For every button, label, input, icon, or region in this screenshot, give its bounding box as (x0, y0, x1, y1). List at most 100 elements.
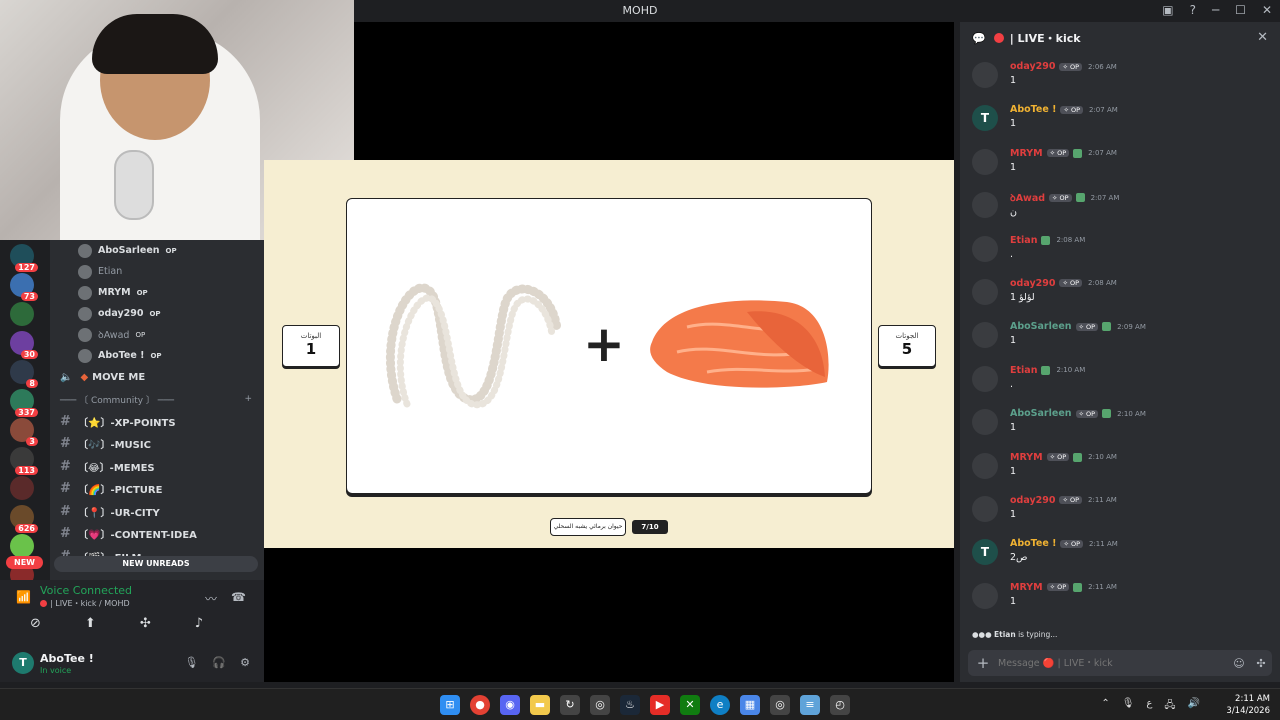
avatar[interactable] (972, 322, 998, 349)
youtube-icon[interactable]: ▶ (650, 695, 670, 715)
voice-user[interactable]: AboSarleen OP (50, 240, 264, 261)
message-author[interactable]: ꝺAwad (1010, 191, 1045, 204)
message-author[interactable]: MRYM (1010, 148, 1043, 159)
voice-user[interactable]: MRYM OP (50, 282, 264, 303)
message-author[interactable]: AboSarleen (1010, 408, 1072, 419)
volume-icon[interactable]: 🔊 (1188, 698, 1200, 715)
avatar[interactable]: T (972, 539, 998, 566)
message-author[interactable]: oday290 (1010, 278, 1055, 289)
op-badge: ✧ OP (1046, 453, 1070, 462)
network-icon[interactable]: 🖧 (1164, 698, 1175, 715)
obs-studio-icon[interactable]: ◎ (770, 695, 790, 715)
clock[interactable]: 2:11 AM 3/14/2026 (1226, 693, 1270, 717)
message-author[interactable]: oday290 (1010, 61, 1055, 72)
microphone-image (114, 150, 154, 220)
add-attachment-icon[interactable]: + (968, 654, 998, 672)
server-icon[interactable]: 127 (10, 244, 38, 272)
avatar[interactable] (972, 148, 998, 175)
chrome-icon[interactable]: ● (470, 695, 490, 715)
language-indicator[interactable]: ع (1146, 698, 1152, 715)
voice-status[interactable]: Voice Connected (40, 584, 132, 597)
message-input[interactable] (998, 657, 1228, 669)
text-channel[interactable]: # 〔🌈〕-PICTURE (50, 478, 264, 501)
new-servers-pill[interactable]: NEW (6, 556, 43, 569)
avatar[interactable] (972, 495, 998, 522)
server-icon[interactable]: 626 (10, 505, 38, 533)
activities-icon[interactable]: ✣ (140, 616, 151, 631)
message-author[interactable]: Etian (1010, 235, 1037, 246)
message-author[interactable]: oday290 (1010, 495, 1055, 506)
message-author[interactable]: AboSarleen (1010, 321, 1072, 332)
soundboard-icon[interactable]: ♪ (195, 616, 203, 631)
disconnect-icon[interactable]: ☎ (231, 590, 246, 607)
message-list: oday290 ✧ OP 2:06 AM 1 T AboTee ! ✧ OP 2:07 AM 1… (960, 56, 1280, 620)
microphone-icon[interactable]: 🎙 (184, 656, 198, 669)
headphones-icon[interactable]: 🎧 (212, 656, 226, 669)
voice-user[interactable]: AboTee ! OP (50, 345, 264, 366)
new-unreads-banner[interactable]: NEW UNREADS (54, 556, 258, 572)
avatar[interactable] (972, 192, 998, 219)
camera-off-icon[interactable]: ⊘ (30, 616, 41, 631)
chevron-up-icon[interactable]: ⌃ (1101, 698, 1109, 715)
voice-user[interactable]: ꝺAwad OP (50, 324, 264, 345)
text-channel[interactable]: # 〔💗〕-CONTENT-IDEA (50, 523, 264, 546)
message-author[interactable]: AboTee ! (1010, 104, 1056, 115)
avatar[interactable] (972, 62, 998, 88)
avatar[interactable] (972, 452, 998, 479)
avatar[interactable] (972, 409, 998, 436)
maximize-button[interactable]: ☐ (1235, 3, 1246, 17)
voice-channel-move-me[interactable]: 🔈 ◆ MOVE ME (50, 366, 264, 388)
server-icon[interactable]: 3 (10, 418, 38, 446)
avatar[interactable] (972, 365, 998, 392)
message-author[interactable]: MRYM (1010, 582, 1043, 593)
close-button[interactable]: ✕ (1262, 3, 1272, 17)
discord-icon[interactable]: ◉ (500, 695, 520, 715)
screen-share-icon[interactable]: ⬆ (85, 616, 96, 631)
inbox-icon[interactable]: ▣ (1162, 3, 1173, 17)
text-channel[interactable]: # 〔📍〕-UR-CITY (50, 500, 264, 523)
notepad-icon[interactable]: ≡ (800, 695, 820, 715)
avatar[interactable] (972, 278, 998, 305)
voice-user[interactable]: Etian (50, 261, 264, 282)
text-channel[interactable]: # 〔🎶〕-MUSIC (50, 433, 264, 456)
emoji-icon[interactable]: ☺ (1228, 657, 1250, 670)
voice-user[interactable]: oday290 OP (50, 303, 264, 324)
xbox-icon[interactable]: ✕ (680, 695, 700, 715)
settings-gear-icon[interactable]: ⚙ (240, 656, 250, 669)
threads-icon[interactable]: 💬 (972, 32, 986, 45)
clock-app-icon[interactable]: ◴ (830, 695, 850, 715)
message-author[interactable]: AboTee ! (1010, 538, 1056, 549)
help-icon[interactable]: ? (1190, 3, 1196, 17)
user-name[interactable]: AboTee ! (40, 652, 94, 665)
microphone-tray-icon[interactable]: 🎙 (1122, 698, 1135, 715)
close-chat-icon[interactable]: ✕ (1257, 30, 1268, 45)
windows-start-icon[interactable]: ⊞ (440, 695, 460, 715)
minimize-button[interactable]: ─ (1212, 3, 1219, 17)
server-icon[interactable]: 113 (10, 447, 38, 475)
edge-icon[interactable]: e (710, 695, 730, 715)
steam-icon[interactable]: ♨ (620, 695, 640, 715)
server-icon[interactable] (10, 476, 34, 500)
avatar[interactable] (972, 235, 998, 262)
add-channel-icon[interactable]: + (244, 394, 252, 404)
message-author[interactable]: MRYM (1010, 452, 1043, 463)
server-icon[interactable]: 337 (10, 389, 38, 417)
app-icon[interactable]: ↻ (560, 695, 580, 715)
server-icon[interactable] (10, 302, 34, 326)
server-icon[interactable] (10, 534, 34, 558)
file-explorer-icon[interactable]: ▬ (530, 695, 550, 715)
text-channel[interactable]: # 〔⭐〕-XP-POINTS (50, 410, 264, 433)
text-channel[interactable]: # 〔😂〕-MEMES (50, 455, 264, 478)
obs-icon[interactable]: ◎ (590, 695, 610, 715)
avatar[interactable]: T (12, 652, 34, 674)
store-icon[interactable]: ▦ (740, 695, 760, 715)
apps-icon[interactable]: ✣ (1250, 657, 1272, 670)
avatar[interactable]: T (972, 105, 998, 132)
server-icon[interactable]: 8 (10, 360, 38, 388)
noise-suppression-icon[interactable]: 〰 (205, 590, 217, 607)
category-community[interactable]: ─── 〔 Community 〕 ─── + (50, 388, 264, 410)
server-icon[interactable]: 30 (10, 331, 38, 359)
avatar[interactable] (972, 582, 998, 609)
message-author[interactable]: Etian (1010, 365, 1037, 376)
server-icon[interactable]: 73 (10, 273, 38, 301)
